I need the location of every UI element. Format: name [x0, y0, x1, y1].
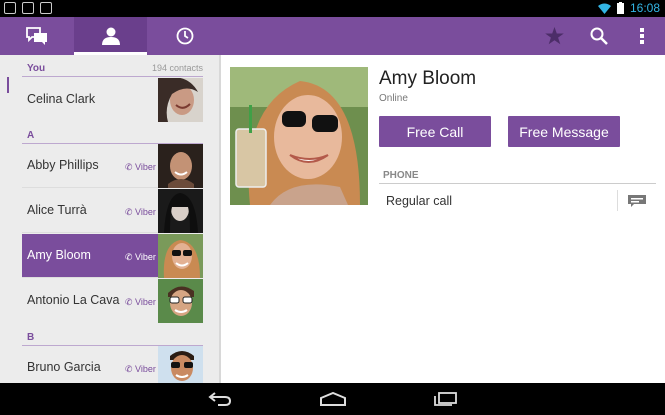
contact-detail-pane: Amy Bloom Online Free Call Free Message … — [221, 55, 665, 383]
viber-label: Viber — [135, 207, 156, 217]
you-header-label: You — [27, 63, 46, 74]
back-icon — [208, 392, 232, 406]
avatar — [158, 234, 203, 278]
avatar — [158, 189, 203, 233]
contact-row-antonio-la-cava[interactable]: Antonio La Cava ✆ Viber — [22, 279, 203, 323]
star-icon — [544, 27, 564, 45]
viber-label: Viber — [135, 297, 156, 307]
recent-apps-button[interactable] — [432, 390, 458, 408]
online-status: Online — [379, 93, 408, 104]
section-header-a: A — [22, 128, 203, 144]
viber-label: Viber — [135, 252, 156, 262]
contact-row-abby-phillips[interactable]: Abby Phillips ✆ Viber — [22, 144, 203, 188]
tab-contacts[interactable] — [74, 17, 147, 55]
send-sms-button[interactable] — [617, 190, 656, 211]
gallery-notification-icon — [4, 2, 16, 14]
recent-apps-icon — [434, 392, 457, 406]
wifi-icon — [597, 3, 611, 14]
overflow-menu-button[interactable] — [633, 17, 651, 55]
clock-icon — [176, 27, 193, 45]
viber-badge: ✆ Viber — [125, 207, 156, 217]
contact-row-bruno-garcia[interactable]: Bruno Garcia ✆ Viber — [22, 346, 203, 383]
contact-name: Abby Phillips — [27, 158, 99, 172]
free-call-button[interactable]: Free Call — [379, 116, 491, 147]
search-icon — [590, 27, 608, 45]
you-section-header: You 194 contacts — [22, 61, 203, 77]
contact-name: Antonio La Cava — [27, 293, 120, 307]
regular-call-link[interactable]: Regular call — [386, 194, 452, 208]
contact-name: Amy Bloom — [27, 248, 91, 262]
avatar — [158, 78, 203, 122]
favorites-button[interactable] — [540, 17, 568, 55]
person-icon — [101, 27, 120, 45]
contact-count: 194 contacts — [151, 63, 203, 73]
tab-recents[interactable] — [148, 17, 221, 55]
section-label: A — [27, 130, 35, 141]
viber-badge: ✆ Viber — [125, 252, 156, 262]
viber-badge: ✆ Viber — [125, 297, 156, 307]
battery-icon — [616, 2, 624, 14]
image-notification-icon — [40, 2, 52, 14]
status-bar: 16:08 — [0, 0, 665, 17]
tab-chats[interactable] — [0, 17, 73, 55]
contact-row-amy-bloom[interactable]: Amy Bloom ✆ Viber — [22, 234, 203, 278]
my-profile-row[interactable]: Celina Clark — [22, 78, 203, 122]
viber-badge: ✆ Viber — [125, 364, 156, 374]
contact-name-title: Amy Bloom — [379, 68, 477, 89]
free-message-button[interactable]: Free Message — [508, 116, 620, 147]
contact-list[interactable]: You 194 contacts Celina Clark A Abby Phi… — [0, 55, 219, 383]
home-button[interactable] — [319, 390, 346, 408]
contact-name: Celina Clark — [27, 92, 96, 106]
contact-photo — [230, 67, 368, 205]
chat-bubbles-icon — [25, 27, 47, 45]
section-label: B — [27, 332, 35, 343]
home-icon — [319, 392, 346, 406]
status-time: 16:08 — [629, 1, 660, 15]
navigation-bar — [0, 383, 665, 415]
avatar — [158, 144, 203, 188]
action-bar — [0, 17, 665, 55]
viber-badge: ✆ Viber — [125, 162, 156, 172]
search-button[interactable] — [585, 17, 613, 55]
viber-label: Viber — [135, 364, 156, 374]
scroll-indicator — [7, 77, 9, 93]
message-icon — [628, 194, 646, 207]
email-notification-icon — [22, 2, 34, 14]
viber-label: Viber — [135, 162, 156, 172]
section-header-b: B — [22, 330, 203, 346]
avatar — [158, 279, 203, 323]
overflow-menu-icon — [640, 28, 644, 44]
contact-row-alice-turra[interactable]: Alice Turrà ✆ Viber — [22, 189, 203, 233]
avatar — [158, 346, 203, 383]
contact-name: Alice Turrà — [27, 203, 87, 217]
contact-name: Bruno Garcia — [27, 360, 101, 374]
phone-header-label: PHONE — [383, 170, 419, 181]
back-button[interactable] — [207, 390, 233, 408]
phone-section-header: PHONE — [379, 168, 656, 184]
